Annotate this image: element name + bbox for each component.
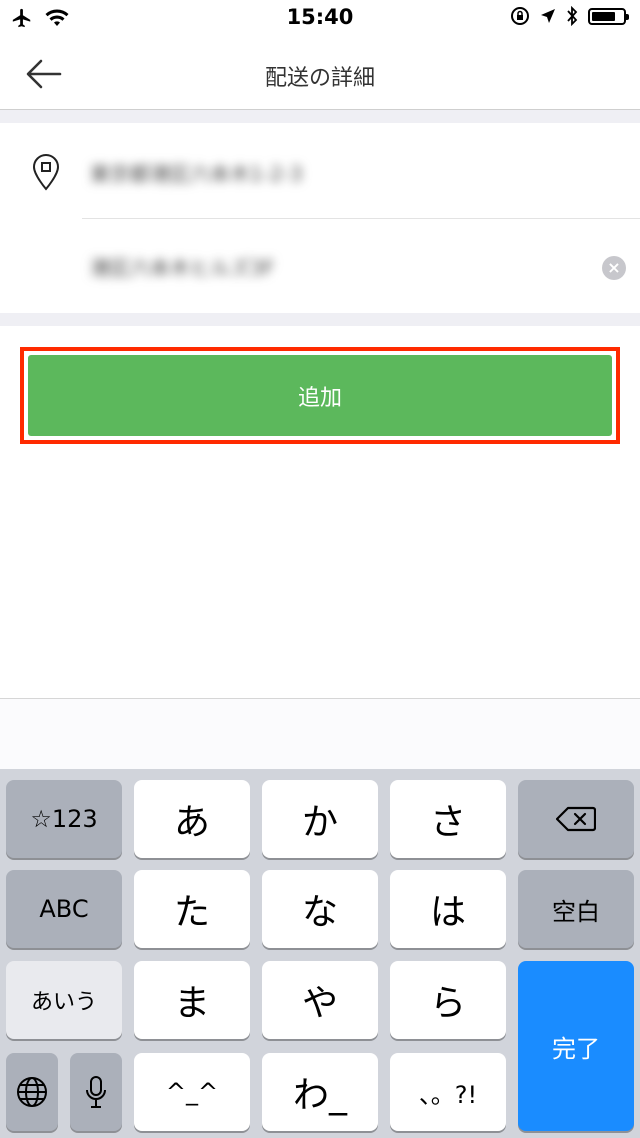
key-mic[interactable]: [70, 1053, 122, 1131]
status-bar: 15:40: [0, 0, 640, 38]
key-sa[interactable]: さ: [390, 780, 506, 858]
battery-icon: [588, 7, 629, 25]
key-ya[interactable]: や: [262, 961, 378, 1039]
add-button-highlight: 追加: [20, 347, 620, 444]
key-ha[interactable]: は: [390, 870, 506, 948]
page-title: 配送の詳細: [264, 66, 375, 91]
section-gap: [0, 110, 640, 123]
key-ra[interactable]: ら: [390, 961, 506, 1039]
location-icon: [541, 9, 555, 23]
clear-icon[interactable]: ×: [602, 256, 626, 280]
address-form: 東京都港区六本木1-2-3 港区六本木ヒルズ3F ×: [0, 123, 640, 313]
key-a[interactable]: あ: [134, 780, 250, 858]
key-ma[interactable]: ま: [134, 961, 250, 1039]
key-symbols[interactable]: ☆123: [6, 780, 122, 858]
address-line1-field[interactable]: 東京都港区六本木1-2-3: [90, 155, 303, 189]
keyboard-accessory-bar: [0, 698, 640, 769]
keyboard: ☆123 あ か さ ABC た な は 空白 あいう ま や ら 完了 ^_^…: [0, 769, 640, 1138]
globe-icon: [17, 1077, 47, 1107]
location-pin-icon: [32, 154, 60, 191]
battery-level: [592, 11, 615, 21]
add-button[interactable]: 追加: [28, 355, 612, 436]
key-emoticon[interactable]: ^_^: [134, 1053, 250, 1131]
key-wa[interactable]: わ_: [262, 1053, 378, 1131]
key-globe[interactable]: [6, 1053, 58, 1131]
key-space[interactable]: 空白: [518, 870, 634, 948]
field-divider: [82, 218, 640, 219]
key-ta[interactable]: た: [134, 870, 250, 948]
backspace-icon: [556, 806, 596, 832]
nav-bar: 配送の詳細: [0, 38, 640, 110]
orientation-lock-icon: [511, 7, 529, 25]
status-right-icons: [510, 6, 629, 26]
key-ka[interactable]: か: [262, 780, 378, 858]
bluetooth-icon: [567, 6, 578, 26]
key-done[interactable]: 完了: [518, 961, 634, 1131]
address-line2-field[interactable]: 港区六本木ヒルズ3F: [90, 249, 274, 283]
key-na[interactable]: な: [262, 870, 378, 948]
microphone-icon: [86, 1076, 106, 1108]
key-abc[interactable]: ABC: [6, 870, 122, 948]
key-kana[interactable]: あいう: [6, 961, 122, 1039]
key-punctuation[interactable]: 、。?!: [390, 1053, 506, 1131]
section-gap: [0, 313, 640, 326]
key-delete[interactable]: [518, 780, 634, 858]
